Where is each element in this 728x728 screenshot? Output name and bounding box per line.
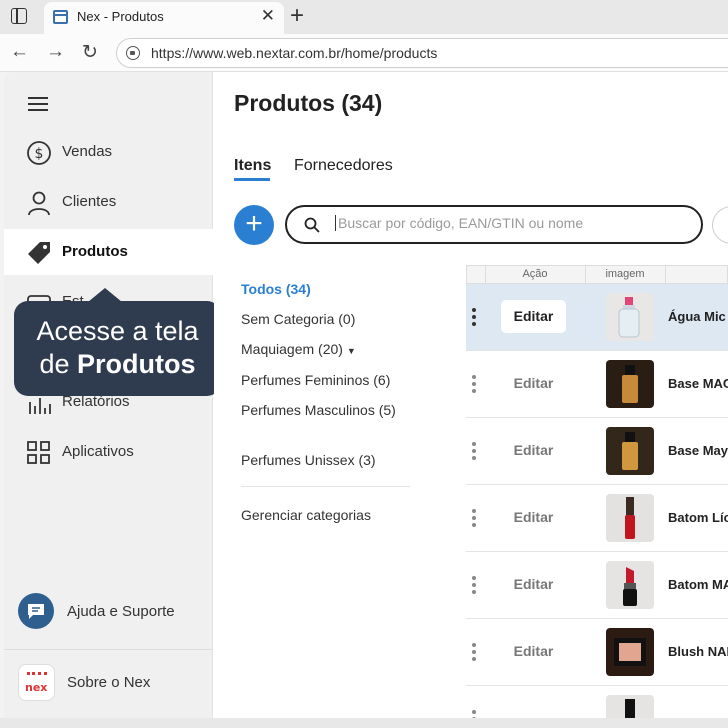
caret-down-icon: ▼ — [346, 346, 356, 356]
more-options-icon[interactable] — [472, 710, 476, 718]
product-name: Batom Líc — [668, 510, 728, 525]
manage-categories-link[interactable]: Gerenciar categorias — [241, 505, 371, 525]
product-name: Base May — [668, 443, 728, 458]
edit-button[interactable]: Editar — [501, 300, 566, 333]
sidebar-item-label: Clientes — [62, 193, 117, 210]
more-options-icon[interactable] — [472, 375, 476, 396]
url-text: https://www.web.nextar.com.br/home/produ… — [151, 45, 438, 61]
product-image — [606, 360, 654, 408]
new-tab-icon[interactable]: + — [290, 2, 304, 30]
filter-button[interactable] — [712, 206, 728, 244]
sidebar-item-produtos[interactable]: Produtos — [4, 229, 213, 275]
edit-button[interactable]: Editar — [501, 568, 566, 601]
category-todos[interactable]: Todos (34) — [241, 279, 311, 299]
more-options-icon[interactable] — [472, 442, 476, 463]
nex-logo: nex — [18, 664, 55, 701]
sidebar-item-aplicativos[interactable]: Aplicativos — [4, 429, 213, 475]
product-image — [606, 628, 654, 676]
page-title: Produtos (34) — [234, 90, 383, 116]
add-product-button[interactable]: + — [234, 205, 274, 245]
table-row[interactable]: Editar Base MAC — [466, 351, 728, 418]
table-row[interactable]: Editar Blush NAR — [466, 619, 728, 686]
active-tab-indicator — [234, 178, 270, 181]
reload-icon[interactable]: ↻ — [82, 41, 98, 64]
tab-fornecedores[interactable]: Fornecedores — [294, 157, 393, 175]
sidebar-item-clientes[interactable]: Clientes — [4, 179, 213, 225]
close-tab-icon[interactable]: ✕ — [261, 6, 275, 26]
edit-button[interactable]: Editar — [501, 635, 566, 668]
about-label: Sobre o Nex — [67, 674, 151, 691]
browser-tab[interactable]: Nex - Produtos ✕ — [44, 2, 284, 34]
table-row[interactable] — [466, 686, 728, 718]
tab-title: Nex - Produtos — [77, 9, 164, 24]
main-content: Produtos (34) Itens Fornecedores + Todos… — [214, 72, 728, 718]
product-image — [606, 293, 654, 341]
more-options-icon[interactable] — [472, 576, 476, 597]
sidebar-item-vendas[interactable]: $ Vendas — [4, 129, 213, 175]
sidebar-divider — [4, 649, 213, 650]
header-acao: Ação — [522, 268, 548, 280]
person-icon — [28, 191, 50, 216]
category-perfumes-masculinos[interactable]: Perfumes Masculinos (5) — [241, 400, 401, 420]
svg-text:$: $ — [35, 146, 44, 162]
product-name: Base MAC — [668, 376, 728, 391]
edit-button[interactable]: Editar — [501, 367, 566, 400]
search-icon — [304, 217, 320, 233]
tooltip-line1: Acesse a tela — [36, 316, 199, 346]
hamburger-menu-icon[interactable] — [28, 97, 48, 111]
category-maquiagem[interactable]: Maquiagem (20) ▼ — [241, 339, 356, 361]
about-nex-link[interactable]: nex Sobre o Nex — [18, 664, 150, 701]
category-sem-categoria[interactable]: Sem Categoria (0) — [241, 309, 355, 329]
edit-button[interactable]: Editar — [501, 501, 566, 534]
tab-itens[interactable]: Itens — [234, 157, 271, 175]
product-image — [606, 494, 654, 542]
sidebar-item-label: Aplicativos — [62, 443, 134, 460]
tooltip-arrow — [88, 288, 122, 302]
table-header: Ação imagem — [466, 265, 728, 284]
table-row[interactable]: Editar Batom Líc — [466, 485, 728, 552]
product-image — [606, 427, 654, 475]
table-row[interactable]: Editar Base May — [466, 418, 728, 485]
help-label: Ajuda e Suporte — [67, 603, 175, 620]
search-box — [285, 205, 703, 244]
tag-icon — [28, 242, 50, 264]
more-options-icon[interactable] — [472, 509, 476, 530]
window-menu-icon[interactable] — [11, 8, 27, 24]
dollar-icon: $ — [27, 141, 51, 165]
chat-icon — [18, 593, 54, 629]
help-support-link[interactable]: Ajuda e Suporte — [18, 593, 175, 629]
sidebar-item-label: Vendas — [62, 143, 113, 160]
more-options-icon[interactable] — [472, 308, 476, 329]
forward-icon[interactable]: → — [46, 41, 65, 63]
search-input[interactable] — [335, 215, 675, 231]
tooltip: Acesse a tela de Produtos — [14, 301, 221, 396]
apps-grid-icon — [27, 441, 50, 464]
back-icon[interactable]: ← — [10, 41, 29, 63]
product-name: Blush NAR — [668, 644, 728, 659]
edit-button[interactable]: Editar — [501, 434, 566, 467]
product-name: Batom MA — [668, 577, 728, 592]
app-window: $ Vendas Clientes Produtos Est Relatório… — [4, 72, 728, 718]
category-perfumes-unissex[interactable]: Perfumes Unissex (3) — [241, 450, 376, 470]
tooltip-line2: de Produtos — [39, 349, 196, 379]
product-name: Água Mic — [668, 309, 726, 324]
product-image — [606, 561, 654, 609]
category-divider — [241, 486, 410, 487]
browser-tab-bar: Nex - Produtos ✕ + — [0, 0, 728, 34]
horizontal-scrollbar[interactable] — [0, 718, 728, 728]
site-favicon-icon — [53, 10, 68, 24]
site-info-icon[interactable] — [126, 46, 140, 60]
category-perfumes-femininos[interactable]: Perfumes Femininos (6) — [241, 370, 390, 390]
table-row[interactable]: Editar Água Mic — [466, 284, 728, 351]
sidebar-item-label: Produtos — [62, 243, 128, 260]
address-bar: ← → ↻ https://www.web.nextar.com.br/home… — [0, 34, 728, 72]
url-field[interactable]: https://www.web.nextar.com.br/home/produ… — [116, 38, 728, 68]
table-row[interactable]: Editar Batom MA — [466, 552, 728, 619]
product-image — [606, 695, 654, 718]
header-imagem: imagem — [605, 268, 645, 280]
more-options-icon[interactable] — [472, 643, 476, 664]
